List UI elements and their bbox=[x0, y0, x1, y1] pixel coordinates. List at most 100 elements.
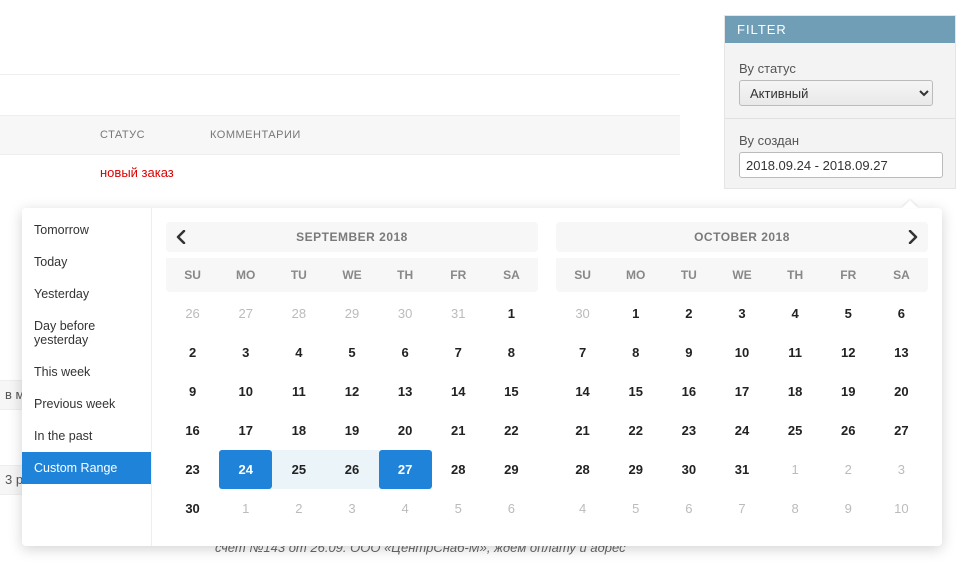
day-cell[interactable]: 19 bbox=[822, 372, 875, 411]
day-cell[interactable]: 11 bbox=[272, 372, 325, 411]
day-cell[interactable]: 25 bbox=[272, 450, 325, 489]
day-cell[interactable]: 28 bbox=[556, 450, 609, 489]
day-cell[interactable]: 24 bbox=[219, 450, 272, 489]
preset-this-week[interactable]: This week bbox=[22, 356, 151, 388]
day-cell: 4 bbox=[379, 489, 432, 528]
day-cell[interactable]: 28 bbox=[432, 450, 485, 489]
day-cell[interactable]: 27 bbox=[379, 450, 432, 489]
day-cell[interactable]: 12 bbox=[822, 333, 875, 372]
day-cell[interactable]: 9 bbox=[662, 333, 715, 372]
day-cell[interactable]: 7 bbox=[432, 333, 485, 372]
day-cell[interactable]: 23 bbox=[662, 411, 715, 450]
day-cell[interactable]: 14 bbox=[556, 372, 609, 411]
day-cell[interactable]: 7 bbox=[556, 333, 609, 372]
day-cell: 26 bbox=[166, 294, 219, 333]
day-cell[interactable]: 29 bbox=[609, 450, 662, 489]
day-cell[interactable]: 15 bbox=[485, 372, 538, 411]
day-cell[interactable]: 3 bbox=[219, 333, 272, 372]
day-cell[interactable]: 3 bbox=[715, 294, 768, 333]
day-cell[interactable]: 12 bbox=[325, 372, 378, 411]
day-cell[interactable]: 2 bbox=[662, 294, 715, 333]
daterange-picker: TomorrowTodayYesterdayDay before yesterd… bbox=[22, 208, 942, 546]
day-cell[interactable]: 15 bbox=[609, 372, 662, 411]
day-cell[interactable]: 4 bbox=[769, 294, 822, 333]
day-cell[interactable]: 22 bbox=[485, 411, 538, 450]
day-cell[interactable]: 2 bbox=[166, 333, 219, 372]
day-cell[interactable]: 22 bbox=[609, 411, 662, 450]
day-cell[interactable]: 16 bbox=[662, 372, 715, 411]
day-cell: 30 bbox=[556, 294, 609, 333]
day-cell[interactable]: 4 bbox=[272, 333, 325, 372]
day-cell[interactable]: 16 bbox=[166, 411, 219, 450]
preset-custom-range[interactable]: Custom Range bbox=[22, 452, 151, 484]
day-cell[interactable]: 31 bbox=[715, 450, 768, 489]
preset-previous-week[interactable]: Previous week bbox=[22, 388, 151, 420]
day-cell[interactable]: 13 bbox=[379, 372, 432, 411]
col-status: СТАТУС bbox=[100, 129, 210, 141]
day-cell[interactable]: 5 bbox=[822, 294, 875, 333]
day-cell[interactable]: 6 bbox=[875, 294, 928, 333]
filter-created-input[interactable] bbox=[739, 152, 943, 178]
day-cell[interactable]: 8 bbox=[609, 333, 662, 372]
day-cell: 6 bbox=[485, 489, 538, 528]
preset-today[interactable]: Today bbox=[22, 246, 151, 278]
day-cell[interactable]: 5 bbox=[325, 333, 378, 372]
day-cell[interactable]: 24 bbox=[715, 411, 768, 450]
weekday-th: TH bbox=[769, 258, 822, 292]
day-cell[interactable]: 10 bbox=[219, 372, 272, 411]
day-cell[interactable]: 6 bbox=[379, 333, 432, 372]
day-cell[interactable]: 17 bbox=[715, 372, 768, 411]
day-cell[interactable]: 29 bbox=[485, 450, 538, 489]
day-cell[interactable]: 1 bbox=[609, 294, 662, 333]
day-cell[interactable]: 14 bbox=[432, 372, 485, 411]
calendar-left-title: SEPTEMBER 2018 bbox=[296, 230, 408, 244]
day-cell: 31 bbox=[432, 294, 485, 333]
weekday-th: TH bbox=[379, 258, 432, 292]
filter-label-status: Ву статус bbox=[739, 61, 941, 76]
day-cell[interactable]: 18 bbox=[769, 372, 822, 411]
day-cell: 5 bbox=[609, 489, 662, 528]
main-content: СТАТУС КОММЕНТАРИИ новый заказ bbox=[0, 0, 680, 190]
day-cell[interactable]: 27 bbox=[875, 411, 928, 450]
day-cell[interactable]: 20 bbox=[379, 411, 432, 450]
preset-tomorrow[interactable]: Tomorrow bbox=[22, 214, 151, 246]
day-cell[interactable]: 21 bbox=[432, 411, 485, 450]
day-cell[interactable]: 19 bbox=[325, 411, 378, 450]
day-cell: 2 bbox=[272, 489, 325, 528]
day-cell[interactable]: 26 bbox=[822, 411, 875, 450]
day-cell: 2 bbox=[822, 450, 875, 489]
day-cell[interactable]: 1 bbox=[485, 294, 538, 333]
next-month-icon[interactable] bbox=[898, 222, 928, 252]
day-cell[interactable]: 20 bbox=[875, 372, 928, 411]
preset-day-before-yesterday[interactable]: Day before yesterday bbox=[22, 310, 151, 356]
day-cell[interactable]: 30 bbox=[662, 450, 715, 489]
day-cell[interactable]: 9 bbox=[166, 372, 219, 411]
day-cell: 9 bbox=[822, 489, 875, 528]
day-cell[interactable]: 23 bbox=[166, 450, 219, 489]
day-cell[interactable]: 13 bbox=[875, 333, 928, 372]
day-cell[interactable]: 10 bbox=[715, 333, 768, 372]
filter-status-select[interactable]: Активный bbox=[739, 80, 933, 106]
day-cell[interactable]: 18 bbox=[272, 411, 325, 450]
preset-yesterday[interactable]: Yesterday bbox=[22, 278, 151, 310]
preset-in-the-past[interactable]: In the past bbox=[22, 420, 151, 452]
day-cell[interactable]: 17 bbox=[219, 411, 272, 450]
day-cell[interactable]: 26 bbox=[325, 450, 378, 489]
calendar-left: SEPTEMBER 2018 SUMOTUWETHFRSA 2627282930… bbox=[166, 222, 538, 528]
prev-month-icon[interactable] bbox=[166, 222, 196, 252]
weekday-sa: SA bbox=[875, 258, 928, 292]
calendar-right-grid: 3012345678910111213141516171819202122232… bbox=[556, 294, 928, 528]
day-cell[interactable]: 8 bbox=[485, 333, 538, 372]
day-cell: 7 bbox=[715, 489, 768, 528]
weekday-fr: FR bbox=[822, 258, 875, 292]
day-cell: 28 bbox=[272, 294, 325, 333]
weekday-we: WE bbox=[715, 258, 768, 292]
day-cell[interactable]: 30 bbox=[166, 489, 219, 528]
day-cell[interactable]: 21 bbox=[556, 411, 609, 450]
calendar-right: OCTOBER 2018 SUMOTUWETHFRSA 301234567891… bbox=[556, 222, 928, 528]
weekday-tu: TU bbox=[662, 258, 715, 292]
day-cell: 3 bbox=[875, 450, 928, 489]
day-cell[interactable]: 11 bbox=[769, 333, 822, 372]
drp-presets: TomorrowTodayYesterdayDay before yesterd… bbox=[22, 208, 152, 546]
day-cell[interactable]: 25 bbox=[769, 411, 822, 450]
